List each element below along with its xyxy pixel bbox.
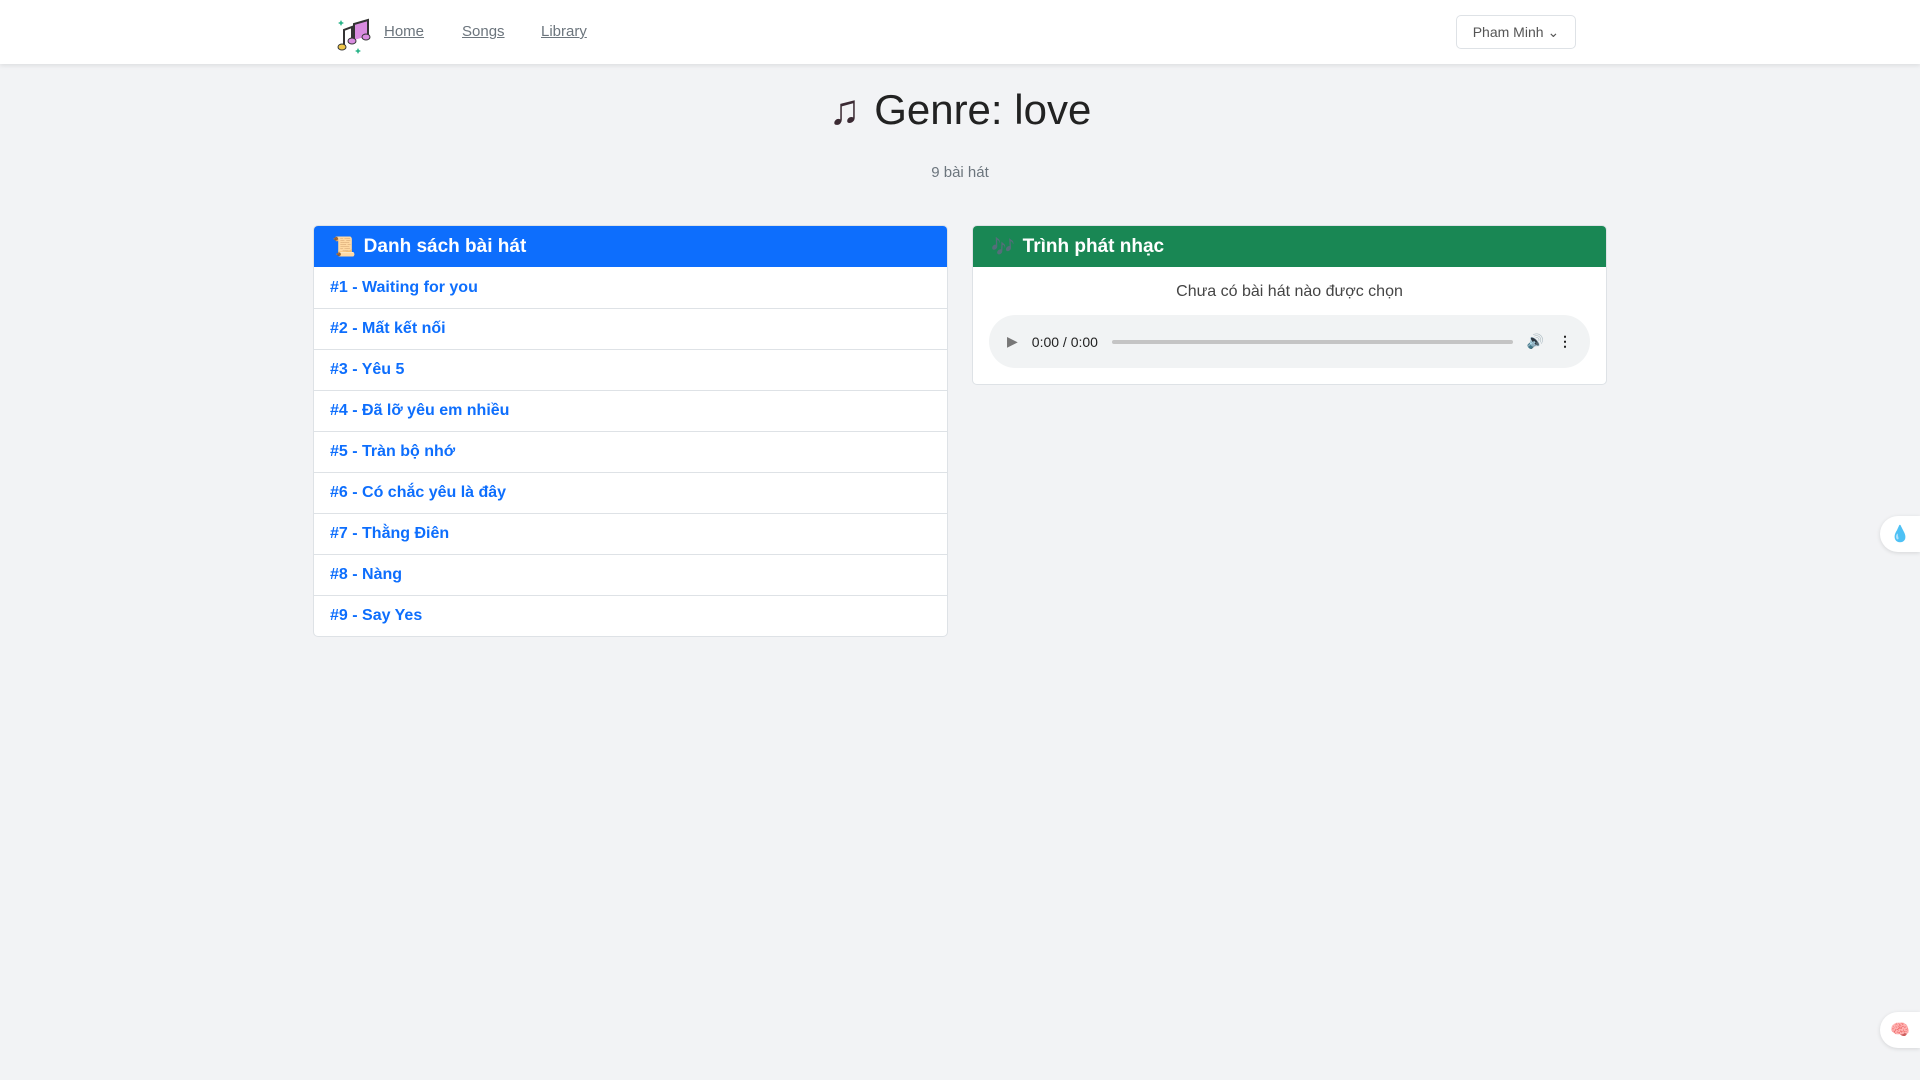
audio-player[interactable]: ▶ 0:00 / 0:00 🔊 ⋮ xyxy=(989,315,1590,368)
user-menu-button[interactable]: Pham Minh ⌄ xyxy=(1456,15,1576,49)
chevron-down-icon: ⌄ xyxy=(1547,23,1560,40)
water-drop-extension-button[interactable]: 💧 xyxy=(1880,516,1920,552)
song-list-item[interactable]: #2 - Mất kết nối xyxy=(314,308,947,349)
audio-time: 0:00 / 0:00 xyxy=(1031,333,1098,350)
music-note-icon: ♫ xyxy=(828,86,861,133)
water-drop-icon: 💧 xyxy=(1890,526,1910,543)
brain-icon: 🧠 xyxy=(1890,1022,1910,1039)
song-list-item[interactable]: #4 - Đã lỡ yêu em nhiều xyxy=(314,390,947,431)
nav-library[interactable]: Library xyxy=(541,23,587,40)
page-title-text: Genre: love xyxy=(874,86,1092,133)
song-list-item[interactable]: #9 - Say Yes xyxy=(314,595,947,636)
page-title: ♫ Genre: love xyxy=(0,86,1920,134)
song-list-item[interactable]: #8 - Nàng xyxy=(314,554,947,595)
nav-home[interactable]: Home xyxy=(384,23,424,40)
song-list-item[interactable]: #3 - Yêu 5 xyxy=(314,349,947,390)
user-name: Pham Minh xyxy=(1472,24,1544,40)
song-list-item[interactable]: #1 - Waiting for you xyxy=(314,267,947,308)
no-song-message: Chưa có bài hát nào được chọn xyxy=(1176,283,1403,300)
player-title: Trình phát nhạc xyxy=(1022,235,1165,257)
player-card: 🎶 Trình phát nhạc Chưa có bài hát nào đượ… xyxy=(972,225,1607,385)
more-options-icon[interactable]: ⋮ xyxy=(1558,333,1572,350)
brain-extension-button[interactable]: 🧠 xyxy=(1880,1012,1920,1048)
music-logo-icon[interactable] xyxy=(336,16,376,56)
volume-icon[interactable]: 🔊 xyxy=(1527,333,1544,350)
song-list-card: 📜 Danh sách bài hát #1 - Waiting for you #… xyxy=(313,225,948,637)
song-list-item[interactable]: #7 - Thằng Điên xyxy=(314,513,947,554)
nav-songs[interactable]: Songs xyxy=(462,23,505,40)
music-notes-icon: 🎶 xyxy=(991,236,1015,258)
play-icon[interactable]: ▶ xyxy=(1007,333,1018,350)
song-list-header: 📜 Danh sách bài hát xyxy=(314,226,947,267)
song-count: 9 bài hát xyxy=(931,164,989,181)
player-header: 🎶 Trình phát nhạc xyxy=(973,226,1606,267)
song-list-title: Danh sách bài hát xyxy=(363,235,527,257)
song-list-item[interactable]: #5 - Tràn bộ nhớ xyxy=(314,431,947,472)
navbar: Home Songs Library Pham Minh ⌄ xyxy=(0,0,1920,64)
audio-progress-bar[interactable] xyxy=(1111,339,1513,344)
scroll-icon: 📜 xyxy=(332,236,356,258)
song-list-item[interactable]: #6 - Có chắc yêu là đây xyxy=(314,472,947,513)
